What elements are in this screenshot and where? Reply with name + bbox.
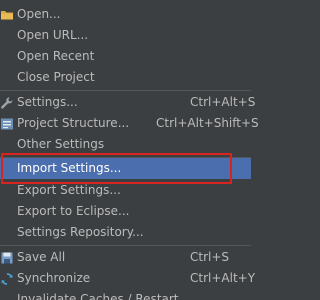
menu-item-export-to-eclipse[interactable]: Export to Eclipse... (0, 201, 251, 222)
menu-separator (0, 245, 251, 246)
menu-item-other-settings[interactable]: Other Settings (0, 134, 251, 155)
menu-item-settings-repository[interactable]: Settings Repository... (0, 222, 251, 243)
menu-item-shortcut: Ctrl+S (190, 250, 230, 264)
menu-item-label: Settings Repository... (17, 225, 144, 239)
menu-item-export-settings[interactable]: Export Settings... (0, 180, 251, 201)
project-structure-icon (0, 117, 14, 131)
menu-item-import-settings[interactable]: Import Settings... (0, 158, 251, 179)
menu-item-label: Import Settings... (17, 161, 122, 175)
menu-item-close-project[interactable]: Close Project (0, 67, 251, 88)
menu-item-settings[interactable]: Settings... Ctrl+Alt+S (0, 92, 255, 113)
sync-icon (0, 272, 14, 286)
menu-item-label: Open Recent (17, 49, 95, 63)
menu-item-open[interactable]: Open... (0, 4, 251, 25)
menu-item-project-structure[interactable]: Project Structure... Ctrl+Alt+Shift+S (0, 113, 259, 134)
menu-item-shortcut: Ctrl+Alt+S (190, 95, 256, 109)
menu-item-label: Other Settings (17, 137, 105, 151)
menu-item-save-all[interactable]: Save All Ctrl+S (0, 247, 251, 268)
menu-item-shortcut: Ctrl+Alt+Y (190, 271, 256, 285)
folder-icon (0, 8, 14, 22)
menu-separator (0, 90, 251, 91)
menu-item-label: Save All (17, 250, 66, 264)
menu-item-label: Synchronize (17, 271, 91, 285)
menu-item-label: Close Project (17, 70, 95, 84)
menu-item-invalidate-caches[interactable]: Invalidate Caches / Restart... (0, 289, 251, 300)
menu-item-shortcut: Ctrl+Alt+Shift+S (156, 116, 259, 130)
menu-item-open-url[interactable]: Open URL... (0, 25, 251, 46)
wrench-icon (0, 96, 14, 110)
menu-item-label: Export to Eclipse... (17, 204, 130, 218)
menu-item-label: Invalidate Caches / Restart... (17, 292, 190, 300)
save-icon (0, 251, 14, 265)
menu-item-synchronize[interactable]: Synchronize Ctrl+Alt+Y (0, 268, 255, 289)
file-menu: Open... Open URL... Open Recent Close Pr… (0, 0, 259, 300)
menu-item-label: Project Structure... (17, 116, 130, 130)
menu-item-label: Open... (17, 7, 61, 21)
menu-item-label: Settings... (17, 95, 78, 109)
menu-item-label: Open URL... (17, 28, 89, 42)
menu-item-label: Export Settings... (17, 183, 121, 197)
menu-item-open-recent[interactable]: Open Recent (0, 46, 251, 67)
